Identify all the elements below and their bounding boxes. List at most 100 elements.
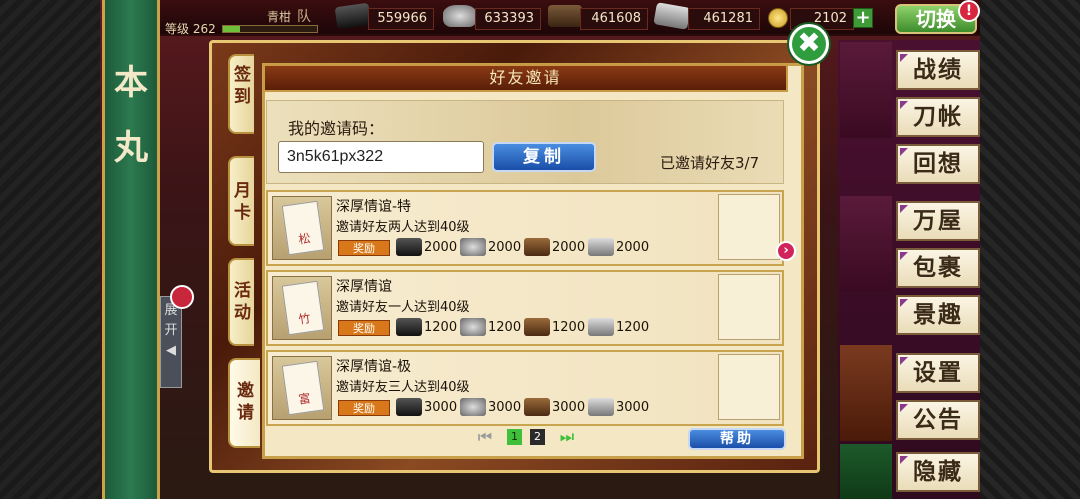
expand-label: 开 — [164, 323, 178, 338]
first-page-icon[interactable]: ⏮ — [476, 429, 494, 445]
background-right — [980, 0, 1080, 499]
page-button[interactable]: 1 — [507, 429, 522, 445]
tab-monthly-card[interactable]: 月卡 — [228, 156, 254, 246]
whetstone-value: 461281 — [688, 8, 760, 30]
banner-char: 丸 — [114, 128, 148, 168]
cooling-material-icon — [524, 318, 550, 336]
last-page-icon[interactable]: ⏭ — [558, 429, 576, 445]
player-name: 青柑队 — [267, 9, 312, 25]
close-icon[interactable]: ✖ — [789, 24, 829, 64]
copy-button[interactable]: 复制 — [492, 142, 596, 172]
reward-tag: 奖励 — [338, 320, 390, 336]
whetstone-icon — [588, 318, 614, 336]
page-button[interactable]: 2 — [530, 429, 545, 445]
menu-settings-button[interactable]: 设置 — [896, 353, 980, 393]
quest-row: 松 深厚情谊-特 邀请好友两人达到40级 奖励 2000 2000 2000 2… — [266, 190, 784, 266]
quest-badge: 松 — [281, 200, 325, 256]
invite-code-label: 我的邀请码： — [288, 119, 385, 138]
quest-card-icon: 竹 — [272, 276, 332, 340]
steel-icon — [460, 398, 486, 416]
menu-inventory-button[interactable]: 包裹 — [896, 248, 980, 288]
quest-card-icon: 富 — [272, 356, 332, 420]
reward-value: 3000 — [552, 400, 586, 415]
koban-coin-icon — [768, 8, 788, 28]
settings-house-icon — [840, 345, 892, 441]
level-progress-bar — [222, 25, 318, 33]
reward-tag: 奖励 — [338, 400, 390, 416]
menu-shop-button[interactable]: 万屋 — [896, 201, 980, 241]
reward-value: 1200 — [552, 320, 586, 335]
tab-invite[interactable]: 邀请 — [228, 358, 260, 448]
honmaru-banner[interactable]: 本 丸 — [102, 0, 160, 499]
background-left — [0, 0, 100, 499]
quest-badge: 竹 — [281, 280, 325, 336]
quest-card-icon: 松 — [272, 196, 332, 260]
castle-icon — [840, 444, 892, 499]
menu-sword-ledger-button[interactable]: 刀帐 — [896, 97, 980, 137]
quest-title: 深厚情谊-极 — [336, 359, 412, 375]
tab-signin[interactable]: 签到 — [228, 54, 254, 134]
reward-value: 3000 — [488, 400, 522, 415]
tab-label: 邀请 — [237, 381, 254, 423]
charcoal-icon — [396, 318, 422, 336]
quest-description: 邀请好友三人达到40级 — [336, 380, 470, 395]
menu-records-button[interactable]: 战绩 — [896, 50, 980, 90]
reward-value: 1200 — [488, 320, 522, 335]
charcoal-icon — [396, 238, 422, 256]
cooling-material-icon — [548, 5, 582, 27]
record-book-icon — [840, 42, 892, 138]
whetstone-icon — [588, 238, 614, 256]
tab-events[interactable]: 活动 — [228, 258, 254, 346]
cooling-material-icon — [524, 238, 550, 256]
quest-row: 竹 深厚情谊 邀请好友一人达到40级 奖励 1200 1200 1200 120… — [266, 270, 784, 346]
reward-value: 2000 — [488, 240, 522, 255]
level-label: 等级 262 — [165, 22, 216, 36]
quest-description: 邀请好友两人达到40级 — [336, 220, 470, 235]
quest-reward-slot — [718, 194, 780, 260]
steel-icon — [443, 5, 477, 27]
quest-description: 邀请好友一人达到40级 — [336, 300, 470, 315]
menu-memories-button[interactable]: 回想 — [896, 144, 980, 184]
reward-value: 1200 — [424, 320, 458, 335]
shop-curtain-icon — [840, 196, 892, 292]
add-koban-button[interactable]: + — [853, 8, 873, 28]
steel-icon — [460, 318, 486, 336]
reward-value: 2000 — [552, 240, 586, 255]
alert-badge: ! — [958, 0, 980, 22]
quest-badge: 富 — [281, 360, 325, 416]
quest-title: 深厚情谊 — [336, 279, 392, 295]
mail-icon[interactable] — [170, 285, 194, 309]
cooling-material-value: 461608 — [580, 8, 648, 30]
steel-icon — [460, 238, 486, 256]
whetstone-icon — [588, 398, 614, 416]
charcoal-icon — [334, 2, 372, 30]
quest-row: 富 深厚情谊-极 邀请好友三人达到40级 奖励 3000 3000 3000 3… — [266, 350, 784, 426]
menu-scenery-button[interactable]: 景趣 — [896, 295, 980, 335]
invited-count: 已邀请好友3/7 — [660, 154, 760, 172]
reward-tag: 奖励 — [338, 240, 390, 256]
invite-code-field[interactable]: 3n5k61px322 — [278, 141, 484, 173]
charcoal-value: 559966 — [368, 8, 434, 30]
tab-label: 签到 — [234, 65, 251, 107]
menu-notice-button[interactable]: 公告 — [896, 400, 980, 440]
reward-value: 3000 — [616, 400, 650, 415]
reward-value: 3000 — [424, 400, 458, 415]
charcoal-icon — [396, 398, 422, 416]
team-label: 队 — [297, 9, 312, 25]
quest-reward-slot — [718, 354, 780, 420]
menu-hide-button[interactable]: 隐藏 — [896, 452, 980, 492]
reward-value: 2000 — [616, 240, 650, 255]
tab-label: 活动 — [234, 281, 251, 323]
quest-title: 深厚情谊-特 — [336, 199, 412, 215]
quest-reward-slot — [718, 274, 780, 340]
expand-arrow-icon: ◀ — [166, 343, 176, 358]
dialog-title: 好友邀请 — [263, 64, 788, 92]
next-arrow-button[interactable]: › — [776, 241, 796, 261]
expand-panel-button[interactable]: 展 开 ◀ — [160, 296, 182, 388]
reward-value: 2000 — [424, 240, 458, 255]
help-button[interactable]: 帮助 — [688, 428, 786, 450]
steel-value: 633393 — [475, 8, 541, 30]
tab-label: 月卡 — [234, 181, 251, 223]
cooling-material-icon — [524, 398, 550, 416]
reward-value: 1200 — [616, 320, 650, 335]
